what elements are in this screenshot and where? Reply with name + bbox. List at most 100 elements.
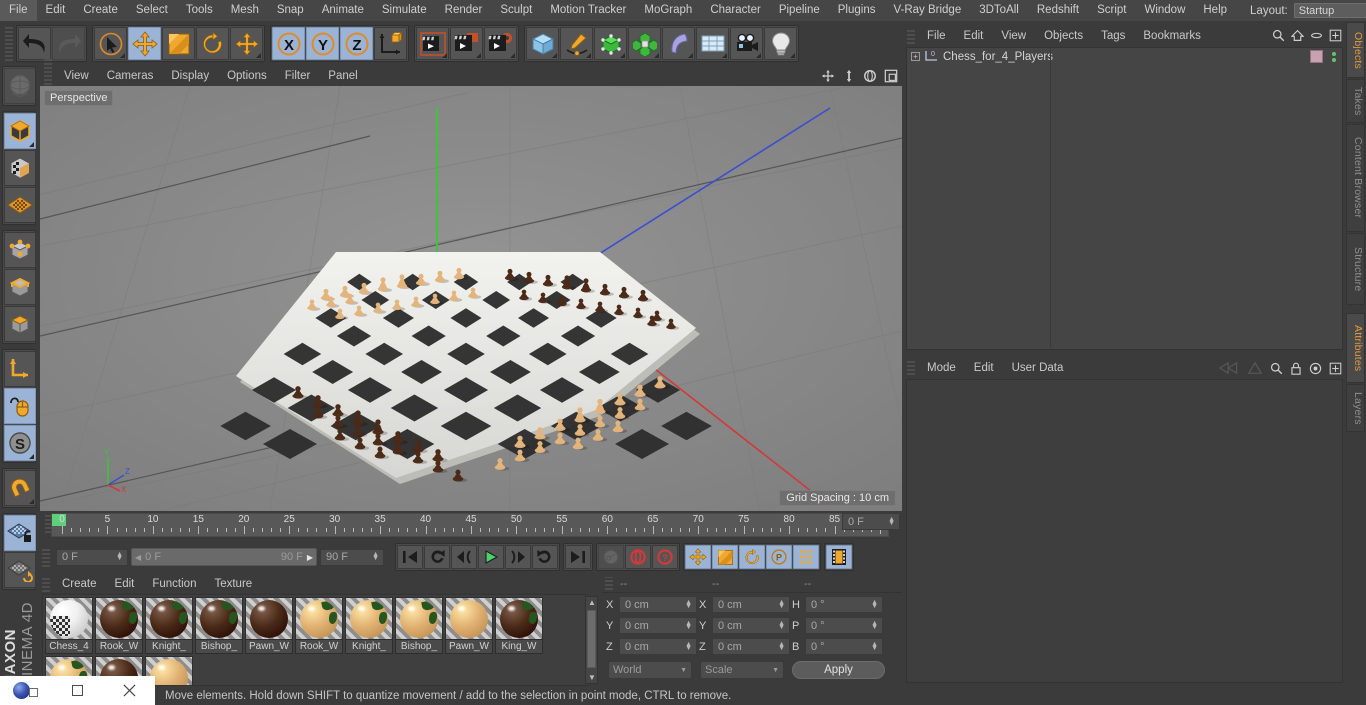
menu-item-mograph[interactable]: MoGraph xyxy=(635,0,701,21)
viewport-menu-filter[interactable]: Filter xyxy=(276,66,320,86)
visibility-dots[interactable] xyxy=(1332,51,1336,62)
add-deformer[interactable] xyxy=(662,27,695,60)
step-forward-button[interactable] xyxy=(505,545,531,569)
undo-button[interactable] xyxy=(18,27,51,60)
previous-key-button[interactable] xyxy=(424,545,450,569)
menu-item-snap[interactable]: Snap xyxy=(268,0,313,21)
material-menu-create[interactable]: Create xyxy=(53,575,106,594)
menu-item-select[interactable]: Select xyxy=(127,0,177,21)
size-input[interactable]: 0 cm ▲ ▼ xyxy=(712,638,790,655)
preview-range-slider[interactable]: ◀ 0 F 90 F ▶ xyxy=(131,548,317,566)
polygons-mode[interactable] xyxy=(4,306,36,342)
next-nav-icon[interactable] xyxy=(1247,361,1263,375)
add-spline[interactable] xyxy=(560,27,593,60)
add-mograph[interactable] xyxy=(628,27,661,60)
apply-button[interactable]: Apply xyxy=(792,661,885,679)
menu-item-mesh[interactable]: Mesh xyxy=(222,0,268,21)
scroll-down-icon[interactable]: ▼ xyxy=(588,673,596,682)
layout-select[interactable]: Startup ▼ xyxy=(1293,3,1366,18)
material-item[interactable]: King_W xyxy=(495,597,543,654)
select-tool[interactable] xyxy=(94,27,127,60)
close-window-button[interactable] xyxy=(103,676,155,705)
lock-icon[interactable] xyxy=(1290,362,1302,375)
spinner-icon[interactable]: ▲ ▼ xyxy=(778,620,787,631)
timeline-current-frame-field[interactable]: 0 F ▲ ▼ xyxy=(842,513,900,530)
menu-item-help[interactable]: Help xyxy=(1194,0,1236,21)
model-mode[interactable] xyxy=(4,113,36,149)
material-swatch[interactable] xyxy=(345,597,393,640)
spinner-icon[interactable]: ▲ ▼ xyxy=(685,620,694,631)
attributes-menu-edit[interactable]: Edit xyxy=(965,358,1003,378)
record-active-objects[interactable] xyxy=(598,545,624,569)
lock-z-axis[interactable]: Z xyxy=(340,27,373,60)
render-settings[interactable] xyxy=(484,27,517,60)
search-icon[interactable] xyxy=(1270,362,1283,375)
expand-icon[interactable]: + xyxy=(911,52,920,61)
menu-item-redshift[interactable]: Redshift xyxy=(1028,0,1088,21)
dolly-view-icon[interactable] xyxy=(842,69,856,83)
pan-view-icon[interactable] xyxy=(821,69,835,83)
attributes-grip[interactable] xyxy=(907,361,915,375)
material-list[interactable]: Chess_4 Rook_W Knight_ Bishop_ Pawn_W Rook_W K… xyxy=(42,594,588,686)
lock-x-axis[interactable]: X xyxy=(272,27,305,60)
redo-button[interactable] xyxy=(52,27,85,60)
rotation-input[interactable]: 0 ° ▲ ▼ xyxy=(805,596,883,613)
add-camera[interactable] xyxy=(730,27,763,60)
vtab-objects[interactable]: Objects xyxy=(1346,22,1365,78)
rotate-view-icon[interactable] xyxy=(863,69,877,83)
position-input[interactable]: 0 cm ▲ ▼ xyxy=(619,596,697,613)
menu-item-script[interactable]: Script xyxy=(1088,0,1135,21)
material-swatch[interactable] xyxy=(245,597,293,640)
enable-axis-modification[interactable] xyxy=(4,388,36,424)
menu-item-sculpt[interactable]: Sculpt xyxy=(491,0,541,21)
position-key-toggle[interactable] xyxy=(685,545,711,569)
object-row-chess[interactable]: + 0 Chess_for_4_Players xyxy=(907,48,1342,65)
spinner-icon[interactable]: ▲ ▼ xyxy=(871,641,880,652)
menu-item-render[interactable]: Render xyxy=(436,0,492,21)
add-light[interactable] xyxy=(764,27,797,60)
minimize-icon[interactable] xyxy=(1310,29,1323,42)
menu-item-v-ray-bridge[interactable]: V-Ray Bridge xyxy=(884,0,970,21)
spinner-icon[interactable]: ▲ ▼ xyxy=(372,551,381,562)
object-menu-tags[interactable]: Tags xyxy=(1092,27,1134,46)
c4d-app-icon[interactable] xyxy=(0,676,52,705)
material-item[interactable]: Knight_ xyxy=(345,597,393,654)
size-input[interactable]: 0 cm ▲ ▼ xyxy=(712,596,790,613)
position-input[interactable]: 0 cm ▲ ▼ xyxy=(619,617,697,634)
end-frame-input[interactable]: 90 F ▲ ▼ xyxy=(320,548,384,566)
menu-item-window[interactable]: Window xyxy=(1135,0,1194,21)
attributes-content[interactable] xyxy=(906,379,1343,683)
material-item[interactable]: Rook_W xyxy=(295,597,343,654)
rotation-input[interactable]: 0 ° ▲ ▼ xyxy=(805,617,883,634)
position-input[interactable]: 0 cm ▲ ▼ xyxy=(619,638,697,655)
go-to-end-button[interactable] xyxy=(565,545,591,569)
scrub-right-arrow-icon[interactable]: ▶ xyxy=(307,553,313,562)
spinner-icon[interactable]: ▲ ▼ xyxy=(871,599,880,610)
add-scene-object[interactable] xyxy=(696,27,729,60)
perspective-viewport[interactable]: Perspective Grid Spacing : 10 cm Y Z X xyxy=(40,86,902,511)
point-level-animation-toggle[interactable] xyxy=(793,545,819,569)
target-icon[interactable] xyxy=(1309,362,1322,375)
render-to-picture-viewer[interactable] xyxy=(450,27,483,60)
material-item[interactable]: Chess_4 xyxy=(45,597,93,654)
menu-item-create[interactable]: Create xyxy=(74,0,127,21)
menu-item-character[interactable]: Character xyxy=(701,0,770,21)
viewport-menu-options[interactable]: Options xyxy=(218,66,276,86)
coordinates-grip[interactable] xyxy=(605,577,613,590)
scroll-up-icon[interactable]: ▲ xyxy=(588,598,596,607)
attributes-menu-mode[interactable]: Mode xyxy=(918,358,965,378)
spinner-icon[interactable]: ▲ ▼ xyxy=(778,599,787,610)
material-item[interactable]: Pawn_W xyxy=(245,597,293,654)
add-primitive[interactable] xyxy=(526,27,559,60)
material-swatch[interactable] xyxy=(145,597,193,640)
menu-item-plugins[interactable]: Plugins xyxy=(829,0,885,21)
render-view[interactable] xyxy=(416,27,449,60)
menu-item-edit[interactable]: Edit xyxy=(37,0,75,21)
parameter-key-toggle[interactable]: P xyxy=(766,545,792,569)
vtab-takes[interactable]: Takes xyxy=(1346,79,1365,123)
material-tag-icon[interactable] xyxy=(1310,50,1323,63)
material-menu-texture[interactable]: Texture xyxy=(205,575,261,594)
scrub-left-arrow-icon[interactable]: ◀ xyxy=(135,553,141,562)
spinner-icon[interactable]: ▲ ▼ xyxy=(888,516,897,527)
maximize-view-icon[interactable] xyxy=(884,69,898,83)
